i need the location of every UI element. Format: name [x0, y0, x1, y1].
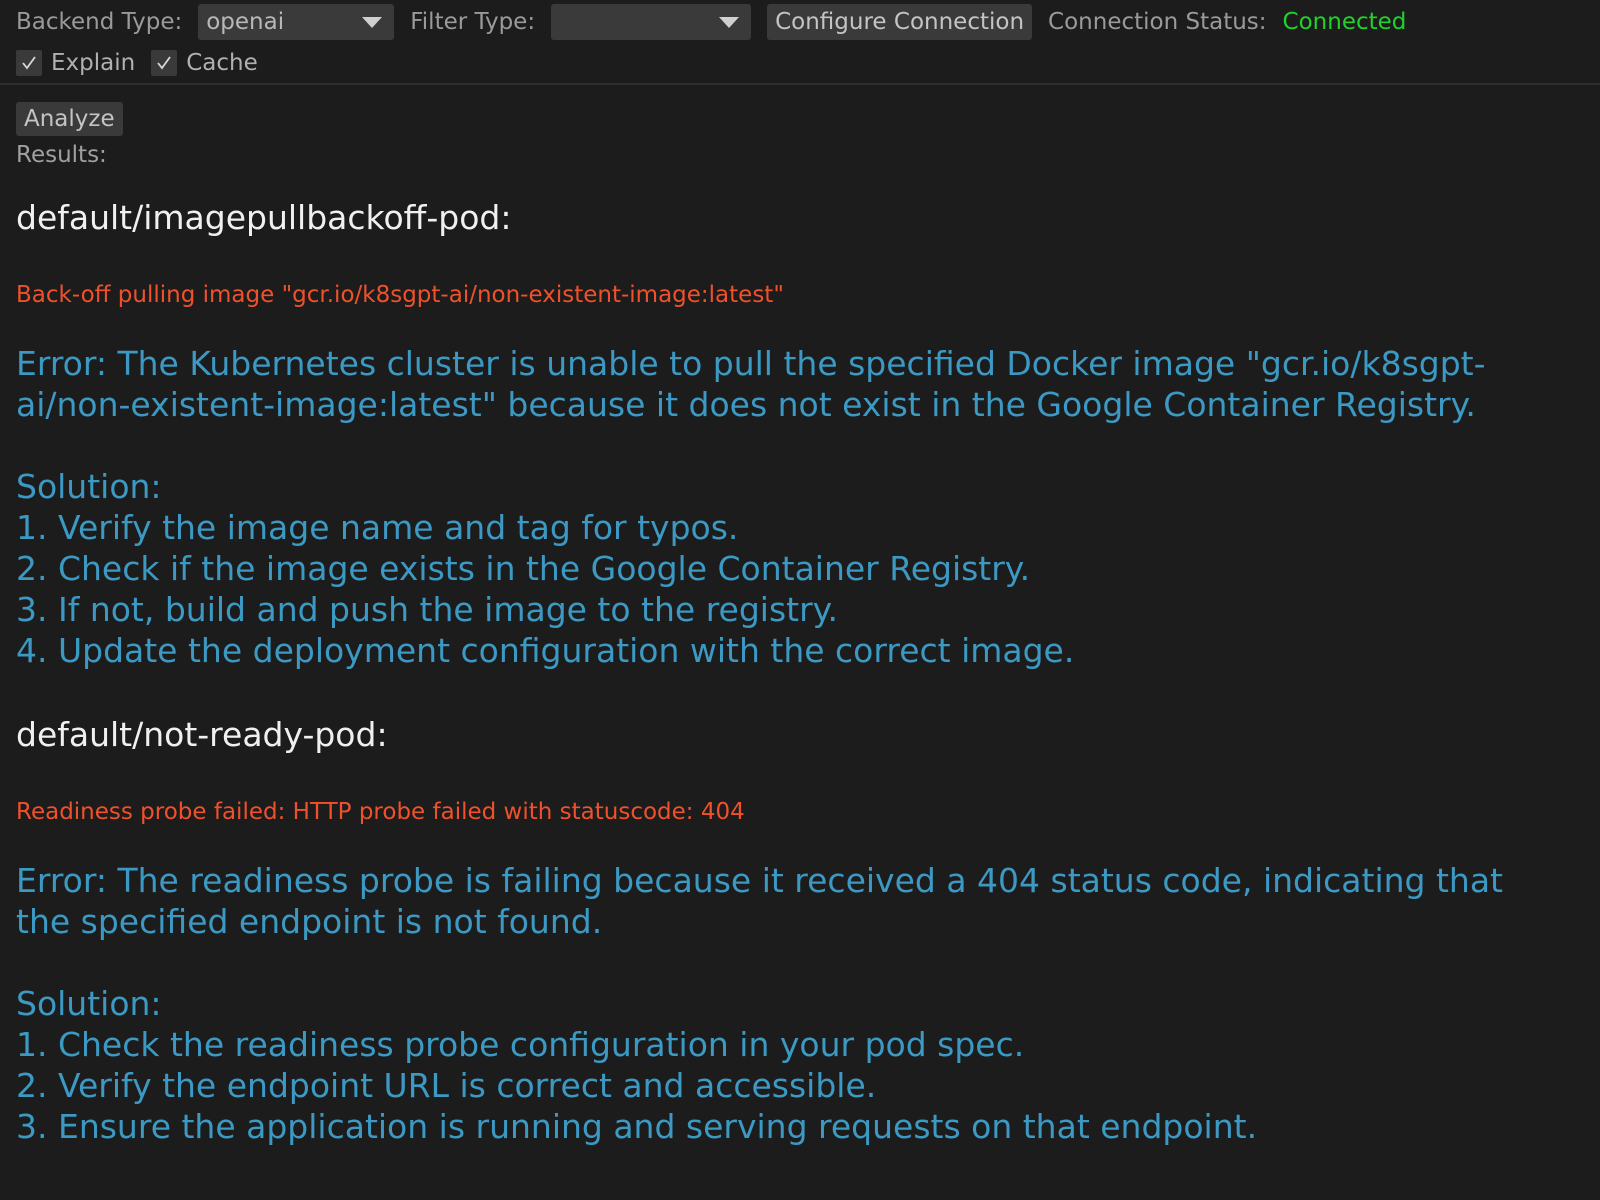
- result-item: default/not-ready-pod: Readiness probe f…: [16, 713, 1536, 1147]
- filter-type-label: Filter Type:: [410, 9, 536, 35]
- pod-name: default/not-ready-pod:: [16, 715, 388, 754]
- options-row: Explain Cache: [16, 46, 274, 80]
- toolbar: Backend Type: openai Filter Type: Config…: [16, 4, 1406, 40]
- results-list: default/imagepullbackoff-pod: Back-off p…: [16, 196, 1536, 1147]
- chevron-down-icon: [719, 17, 740, 28]
- result-item: default/imagepullbackoff-pod: Back-off p…: [16, 196, 1536, 671]
- pod-error-message: Readiness probe failed: HTTP probe faile…: [16, 799, 745, 825]
- backend-type-select[interactable]: openai: [198, 4, 395, 40]
- connection-status-label: Connection Status:: [1048, 9, 1267, 35]
- pod-error-message: Back-off pulling image "gcr.io/k8sgpt-ai…: [16, 282, 784, 308]
- backend-type-label: Backend Type:: [16, 9, 183, 35]
- checkmark-icon: [22, 56, 36, 70]
- cache-checkbox[interactable]: [151, 50, 178, 76]
- configure-connection-button[interactable]: Configure Connection: [767, 4, 1033, 40]
- backend-type-value: openai: [206, 9, 285, 35]
- chevron-down-icon: [362, 17, 383, 28]
- divider: [0, 83, 1600, 85]
- checkmark-icon: [157, 56, 171, 70]
- pod-name: default/imagepullbackoff-pod:: [16, 198, 512, 237]
- results-label: Results:: [16, 142, 107, 168]
- analyze-button[interactable]: Analyze: [16, 102, 123, 136]
- explain-checkbox[interactable]: [16, 50, 42, 76]
- cache-label[interactable]: Cache: [186, 50, 258, 76]
- connection-status-value: Connected: [1282, 9, 1407, 35]
- filter-type-select[interactable]: [551, 4, 752, 40]
- pod-explanation: Error: The Kubernetes cluster is unable …: [16, 344, 1486, 670]
- explain-label[interactable]: Explain: [51, 50, 135, 76]
- pod-explanation: Error: The readiness probe is failing be…: [16, 861, 1503, 1146]
